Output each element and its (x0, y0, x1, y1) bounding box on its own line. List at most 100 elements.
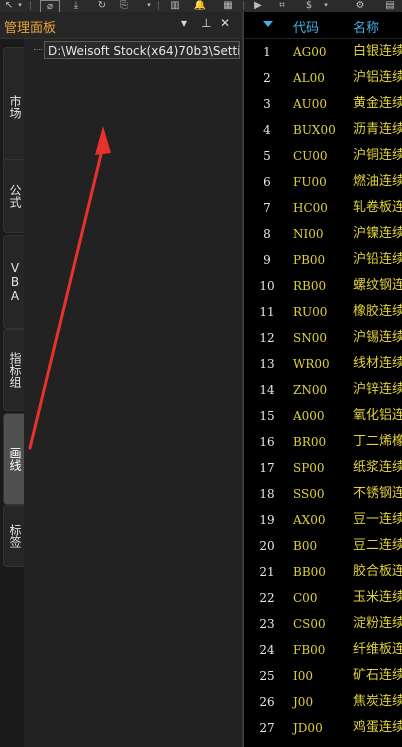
row-name: 豆二连续 (353, 538, 402, 553)
row-index: 24 (259, 643, 275, 657)
management-panel: 管理面板 ▾ ⊥ ✕ 市场 公式 VBA 指标组 画线 标签 D:\Weisof… (0, 12, 242, 747)
dropdown-arrow-icon[interactable]: ▾ (145, 0, 153, 11)
row-code: HC00 (293, 201, 328, 215)
row-code: SS00 (293, 487, 325, 501)
annotation-arrow-head (95, 126, 111, 155)
row-name: 不锈钢连 (353, 486, 402, 501)
row-name: 矿石连续 (353, 668, 402, 683)
toolbar-separator (243, 1, 244, 10)
row-name: 沪铝连续 (353, 70, 402, 85)
table-row[interactable]: 21 BB00 胶合板连 (244, 559, 402, 585)
row-code: WR00 (293, 357, 330, 371)
annotation-arrow-shaft (28, 144, 105, 450)
table-row[interactable]: 6 FU00 燃油连续 (244, 169, 402, 195)
row-name: 沪铅连续 (353, 252, 402, 267)
row-code: SN00 (293, 331, 327, 345)
table-row[interactable]: 23 CS00 淀粉连续 (244, 611, 402, 637)
row-code: BB00 (293, 565, 326, 579)
row-code: BR00 (293, 435, 327, 449)
table-row[interactable]: 24 FB00 纤维板连 (244, 637, 402, 663)
row-index: 23 (259, 617, 275, 631)
table-row[interactable]: 25 I00 矿石连续 (244, 663, 402, 689)
table-row[interactable]: 20 B00 豆二连续 (244, 533, 402, 559)
row-index: 10 (259, 279, 275, 293)
row-name: 沪锡连续 (353, 330, 402, 345)
download-icon[interactable]: ⤓ (70, 0, 82, 11)
bell-icon[interactable]: 🔔 (194, 0, 206, 11)
row-index: 6 (263, 175, 271, 189)
row-code: A000 (293, 409, 325, 423)
row-code: I00 (293, 669, 314, 683)
table-row[interactable]: 15 A000 氧化铝连 (244, 403, 402, 429)
row-index: 22 (259, 591, 275, 605)
table-row[interactable]: 13 WR00 线材连续 (244, 351, 402, 377)
table-row[interactable]: 5 CU00 沪铜连续 (244, 143, 402, 169)
row-index: 8 (263, 227, 271, 241)
refresh-icon[interactable]: ↻ (96, 0, 108, 11)
settings-icon[interactable]: ⚙ (354, 0, 366, 11)
row-name: 鸡蛋连续 (353, 720, 402, 735)
row-index: 27 (259, 721, 275, 735)
row-name: 沥青连续 (353, 122, 402, 137)
row-name: 燃油连续 (353, 174, 402, 189)
row-code: J00 (293, 695, 314, 709)
row-index: 13 (259, 357, 275, 371)
row-index: 11 (259, 305, 275, 319)
column-header-name[interactable]: 名称 (353, 17, 379, 36)
table-row[interactable]: 19 AX00 豆一连续 (244, 507, 402, 533)
dollar-icon[interactable]: $ (304, 0, 314, 11)
table-row[interactable]: 12 SN00 沪锡连续 (244, 325, 402, 351)
table-row[interactable]: 14 ZN00 沪锌连续 (244, 377, 402, 403)
quote-table: 代码 名称 1 AG00 白银连续 2 AL00 沪铝连续 3 AU00 黄金连续 4 BUX00 沥… (244, 12, 402, 747)
row-code: BUX00 (293, 123, 336, 137)
row-index: 17 (259, 461, 275, 475)
table-row[interactable]: 16 BR00 丁二烯橡 (244, 429, 402, 455)
row-name: 黄金连续 (353, 96, 402, 111)
row-index: 12 (259, 331, 275, 345)
code-icon[interactable]: ⌗ (276, 0, 288, 11)
dropdown-arrow-icon[interactable]: ▾ (16, 0, 24, 11)
table-row[interactable]: 22 C00 玉米连续 (244, 585, 402, 611)
row-code: RU00 (293, 305, 328, 319)
grid-icon[interactable]: ▤ (384, 0, 396, 11)
toolbar-separator (30, 1, 31, 10)
row-name: 螺纹钢连 (353, 278, 402, 293)
row-name: 轧卷板连 (353, 200, 402, 215)
table-row[interactable]: 8 NI00 沪镍连续 (244, 221, 402, 247)
table-row[interactable]: 4 BUX00 沥青连续 (244, 117, 402, 143)
table-header: 代码 名称 (244, 12, 402, 39)
table-row[interactable]: 9 PB00 沪铅连续 (244, 247, 402, 273)
play-icon[interactable]: ▶ (252, 0, 264, 11)
chart-icon[interactable]: ▥ (168, 0, 182, 11)
row-code: SP00 (293, 461, 325, 475)
column-header-code[interactable]: 代码 (293, 17, 319, 36)
table-row[interactable]: 1 AG00 白银连续 (244, 39, 402, 65)
dropdown-arrow-icon[interactable]: ▾ (322, 0, 330, 11)
table-row[interactable]: 7 HC00 轧卷板连 (244, 195, 402, 221)
table-row[interactable]: 26 J00 焦炭连续 (244, 689, 402, 715)
table-row[interactable]: 18 SS00 不锈钢连 (244, 481, 402, 507)
cursor-icon[interactable]: ↖ (4, 0, 14, 11)
row-name: 豆一连续 (353, 512, 402, 527)
table-row[interactable]: 27 JD00 鸡蛋连续 (244, 715, 402, 741)
row-code: AU00 (293, 97, 328, 111)
row-index: 19 (259, 513, 275, 527)
row-code: CS00 (293, 617, 326, 631)
sort-arrow-icon[interactable] (263, 21, 273, 27)
row-name: 纸浆连续 (353, 460, 402, 475)
row-code: PB00 (293, 253, 326, 267)
table-row[interactable]: 11 RU00 橡胶连续 (244, 299, 402, 325)
row-code: FU00 (293, 175, 327, 189)
table-row[interactable]: 2 AL00 沪铝连续 (244, 65, 402, 91)
row-name: 线材连续 (353, 356, 402, 371)
row-index: 18 (259, 487, 275, 501)
table-row[interactable]: 10 RB00 螺纹钢连 (244, 273, 402, 299)
table-row[interactable]: 3 AU00 黄金连续 (244, 91, 402, 117)
row-code: AG00 (293, 45, 327, 59)
row-index: 26 (259, 695, 275, 709)
export-icon[interactable]: ⎘ (118, 0, 130, 11)
table-row[interactable]: 17 SP00 纸浆连续 (244, 455, 402, 481)
table-icon[interactable]: ▦ (222, 0, 234, 11)
row-index: 16 (259, 435, 275, 449)
toolbar-separator (158, 1, 159, 10)
